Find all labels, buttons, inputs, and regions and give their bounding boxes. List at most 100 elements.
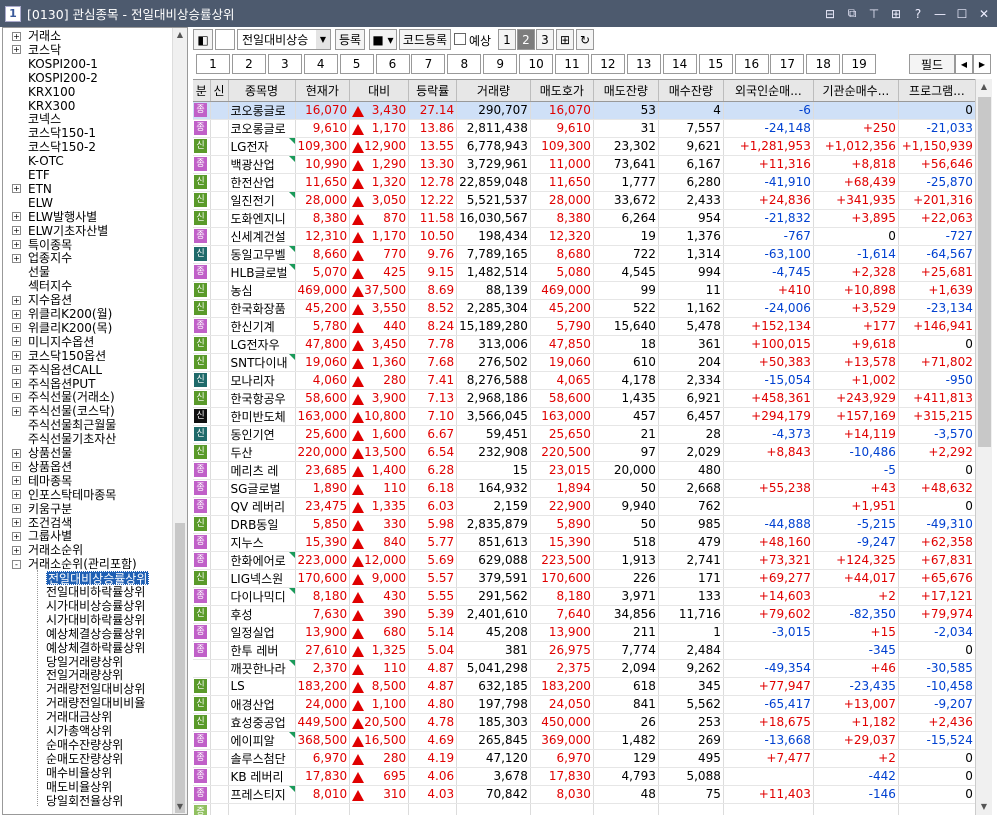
- scroll-up-icon[interactable]: ▲: [976, 79, 992, 95]
- stock-name-cell[interactable]: 모나리자: [228, 371, 296, 390]
- column-tab[interactable]: 9: [483, 54, 518, 74]
- column-header[interactable]: 현재가: [295, 80, 351, 102]
- tree-item[interactable]: ETN: [28, 182, 52, 196]
- column-tab[interactable]: 16: [734, 54, 769, 74]
- column-tab[interactable]: 1: [196, 54, 230, 74]
- tree-expander-icon[interactable]: +: [12, 406, 21, 416]
- table-row[interactable]: 종 솔루스첨단 6,970 280 4.19 47,120 6,970 129 495 +7,47…: [193, 749, 976, 768]
- table-row[interactable]: 종 프레스티지 8,010 310 4.03 70,842 8,030 48 75 +11,403…: [193, 785, 976, 804]
- stock-name-cell[interactable]: QV 레버리: [228, 497, 296, 516]
- column-tab[interactable]: 2: [231, 54, 266, 74]
- tree-scroll-thumb[interactable]: [175, 523, 185, 813]
- column-tab[interactable]: 13: [626, 54, 661, 74]
- table-row[interactable]: 신 한미반도체 163,000 10,800 7.10 3,566,045 163,000 4…: [193, 407, 976, 426]
- stock-name-cell[interactable]: 일정실업: [228, 623, 296, 642]
- tree-item[interactable]: 코스닥150-2: [28, 140, 96, 154]
- tree-item[interactable]: 거래소순위(관리포함): [28, 557, 137, 571]
- column-tab[interactable]: 14: [662, 54, 697, 74]
- column-header[interactable]: 대비: [349, 80, 410, 102]
- tree-item[interactable]: KRX100: [28, 85, 75, 99]
- table-row[interactable]: 신 LG전자우 47,800 3,450 7.78 313,006 47,850 18 361 +…: [193, 335, 976, 354]
- column-tab[interactable]: 5: [339, 54, 374, 74]
- table-row[interactable]: 종 한화에어로 223,000 12,000 5.69 629,088 223,500 1,9…: [193, 551, 976, 570]
- table-row[interactable]: 종 KB 레버리 17,830 695 4.06 3,678 17,830 4,793 5,08…: [193, 767, 976, 786]
- help-icon[interactable]: ?: [909, 5, 927, 22]
- column-header[interactable]: 분: [193, 80, 211, 102]
- page-button-2[interactable]: 2: [517, 29, 535, 50]
- tree-item[interactable]: 주식옵션CALL: [28, 363, 102, 377]
- stock-name-cell[interactable]: 효성중공업: [228, 713, 296, 732]
- tree-item[interactable]: 시가총액상위: [46, 724, 112, 738]
- column-header[interactable]: 외국인순매...: [723, 80, 814, 102]
- stock-name-cell[interactable]: SG글로벌: [228, 479, 296, 498]
- tree-item[interactable]: K-OTC: [28, 154, 64, 168]
- option-dropdown[interactable]: ■ ▾: [369, 29, 397, 50]
- stock-name-cell[interactable]: 솔루스첨단: [228, 749, 296, 768]
- tree-item[interactable]: KRX300: [28, 99, 75, 113]
- tree-item[interactable]: 섹터지수: [28, 279, 72, 293]
- table-row[interactable]: 종 코오롱글로 16,070 3,430 27.14 290,707 16,070 53 4 -6…: [193, 101, 976, 120]
- table-row[interactable]: 종 SG글로벌 1,890 110 6.18 164,932 1,894 50 2,668 +55…: [193, 479, 976, 498]
- group-select[interactable]: 전일대비상승 ▼: [237, 29, 331, 50]
- table-row[interactable]: 종 QV 레버리 23,475 1,335 6.03 2,159 22,900 9,940 76…: [193, 497, 976, 516]
- layout-icon[interactable]: ⊞: [887, 5, 905, 22]
- table-row[interactable]: 종 다이나믹디 8,180 430 5.55 291,562 8,180 3,971 133 +1…: [193, 587, 976, 606]
- tree-item[interactable]: 거래소순위: [28, 543, 83, 557]
- minimize-icon[interactable]: —: [931, 5, 949, 22]
- tree-item[interactable]: 코스닥150옵션: [28, 349, 106, 363]
- tree-expander-icon[interactable]: +: [12, 295, 21, 305]
- table-row[interactable]: 신 모나리자 4,060 280 7.41 8,276,588 4,065 4,178 2,33…: [193, 371, 976, 390]
- stock-name-cell[interactable]: 코오롱글로: [228, 119, 296, 138]
- stock-name-cell[interactable]: 깨끗한나라: [228, 659, 296, 678]
- table-row[interactable]: 신 LIG넥스원 170,600 9,000 5.57 379,591 170,600 226…: [193, 569, 976, 588]
- stock-name-cell[interactable]: DRB동일: [228, 515, 296, 534]
- column-tab[interactable]: 11: [555, 54, 589, 74]
- table-layout-icon[interactable]: ⊞: [556, 29, 574, 50]
- tree-item[interactable]: 순매도잔량상위: [46, 752, 123, 766]
- tree-expander-icon[interactable]: +: [12, 379, 21, 388]
- tree-expander-icon[interactable]: -: [12, 559, 21, 569]
- stock-name-cell[interactable]: HLB글로벌: [228, 263, 296, 282]
- column-header[interactable]: 신: [210, 80, 229, 102]
- field-button[interactable]: 필드: [909, 54, 955, 74]
- column-header[interactable]: 등락률: [408, 80, 458, 102]
- stock-name-cell[interactable]: LG전자우: [228, 335, 296, 354]
- tree-expander-icon[interactable]: +: [12, 476, 21, 486]
- stock-name-cell[interactable]: [228, 803, 296, 815]
- tree-item[interactable]: 코스닥: [28, 43, 61, 57]
- tree-expander-icon[interactable]: +: [12, 448, 21, 458]
- tree-item[interactable]: 조건검색: [28, 516, 72, 530]
- tree-item[interactable]: 테마종목: [28, 474, 72, 488]
- tree-item[interactable]: 선물: [28, 265, 50, 279]
- column-tab[interactable]: 18: [806, 54, 841, 74]
- tree-scrollbar[interactable]: ▲ ▼: [172, 28, 187, 814]
- tree-expander-icon[interactable]: +: [12, 240, 21, 249]
- group-number-input[interactable]: [215, 29, 235, 50]
- close-icon[interactable]: ✕: [975, 5, 993, 22]
- table-row[interactable]: 신 애경산업 24,000 1,100 4.80 197,798 24,050 841 5,56…: [193, 695, 976, 714]
- tree-expander-icon[interactable]: +: [12, 323, 21, 333]
- refresh-icon[interactable]: ↻: [576, 29, 594, 50]
- stock-name-cell[interactable]: LIG넥스원: [228, 569, 296, 588]
- table-row[interactable]: 종 일정실업 13,900 680 5.14 45,208 13,900 211 1 -3,015…: [193, 623, 976, 642]
- tree-expander-icon[interactable]: +: [12, 392, 21, 402]
- table-row[interactable]: 신 두산 220,000 13,500 6.54 232,908 220,500 97 2,02…: [193, 443, 976, 462]
- tree-expander-icon[interactable]: +: [12, 365, 21, 375]
- tree-item[interactable]: ELW발행사별: [28, 210, 97, 224]
- table-row[interactable]: 신 도화엔지니 8,380 870 11.58 16,030,567 8,380 6,264 9…: [193, 209, 976, 228]
- tree-item[interactable]: 매수비율상위: [46, 766, 112, 780]
- column-header[interactable]: 매도잔량: [593, 80, 659, 102]
- tree-item[interactable]: 위클리K200(월): [28, 307, 112, 321]
- tree-item[interactable]: 전일대비하락률상위: [46, 585, 145, 599]
- table-row[interactable]: 신 DRB동일 5,850 330 5.98 2,835,879 5,890 50 985 -44…: [193, 515, 976, 534]
- scroll-up-icon[interactable]: ▲: [173, 28, 187, 42]
- column-header[interactable]: 거래량: [456, 80, 531, 102]
- tree-item[interactable]: 거래량전일대비비율: [46, 696, 145, 710]
- tree-item[interactable]: 순매수잔량상위: [46, 738, 123, 752]
- table-row[interactable]: 신 LG전자 109,300 12,900 13.55 6,778,943 109,300 2…: [193, 137, 976, 156]
- tree-expander-icon[interactable]: +: [12, 31, 21, 41]
- column-header[interactable]: 프로그램...: [898, 80, 976, 102]
- stock-name-cell[interactable]: 한화에어로: [228, 551, 296, 570]
- table-row[interactable]: 종 한신기계 5,780 440 8.24 15,189,280 5,790 15,640 5,…: [193, 317, 976, 336]
- column-header[interactable]: 기관순매수...: [813, 80, 899, 102]
